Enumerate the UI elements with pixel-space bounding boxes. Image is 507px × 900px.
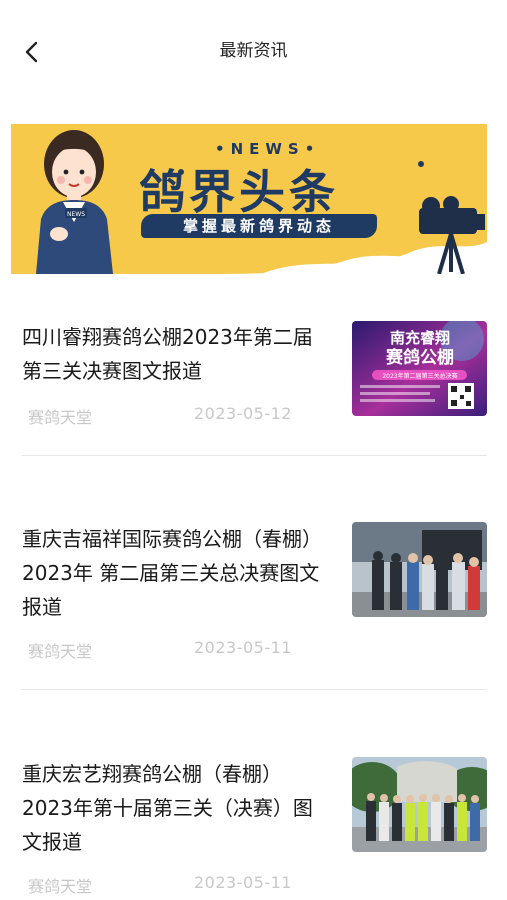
news-title: 四川睿翔赛鸽公棚2023年第二届第三关决赛图文报道: [22, 325, 313, 383]
news-thumbnail: [352, 757, 487, 852]
divider: [22, 689, 487, 690]
news-item[interactable]: 重庆吉福祥国际赛鸽公棚（春棚）2023年 第二届第三关总决赛图文报道 赛鸽天堂 …: [22, 522, 487, 662]
news-source: 赛鸽天堂: [28, 408, 93, 427]
svg-text:南充睿翔: 南充睿翔: [390, 329, 450, 347]
news-source: 赛鸽天堂: [28, 877, 93, 896]
svg-text:2023年第二届第三关总决赛: 2023年第二届第三关总决赛: [382, 372, 457, 380]
divider: [22, 455, 487, 456]
svg-text:赛鸽公棚: 赛鸽公棚: [385, 347, 454, 368]
banner-headline: 鸽界头条: [139, 165, 339, 219]
news-title: 重庆宏艺翔赛鸽公棚（春棚）2023年第十届第三关（决赛）图文报道: [22, 762, 313, 854]
svg-text:NEWS: NEWS: [67, 211, 85, 218]
news-date: 2023-05-11: [194, 638, 292, 657]
news-source: 赛鸽天堂: [28, 642, 93, 661]
page-title: 最新资讯: [219, 41, 288, 61]
top-bar: 最新资讯: [0, 0, 507, 100]
news-item[interactable]: 重庆宏艺翔赛鸽公棚（春棚）2023年第十届第三关（决赛）图文报道 赛鸽天堂 20…: [22, 757, 487, 897]
news-date: 2023-05-12: [194, 404, 292, 423]
news-date: 2023-05-11: [194, 873, 292, 892]
news-thumbnail: [352, 522, 487, 617]
news-title: 重庆吉福祥国际赛鸽公棚（春棚）2023年 第二届第三关总决赛图文报道: [22, 527, 322, 619]
news-item[interactable]: 四川睿翔赛鸽公棚2023年第二届第三关决赛图文报道 赛鸽天堂 2023-05-1…: [22, 318, 487, 427]
news-banner[interactable]: NEWS •NEWS• 鸽界头条 掌握最新鸽界动态: [11, 124, 487, 274]
banner-slogan: 掌握最新鸽界动态: [141, 214, 377, 238]
news-thumbnail: 南充睿翔 赛鸽公棚 2023年第二届第三关总决赛: [352, 321, 487, 416]
